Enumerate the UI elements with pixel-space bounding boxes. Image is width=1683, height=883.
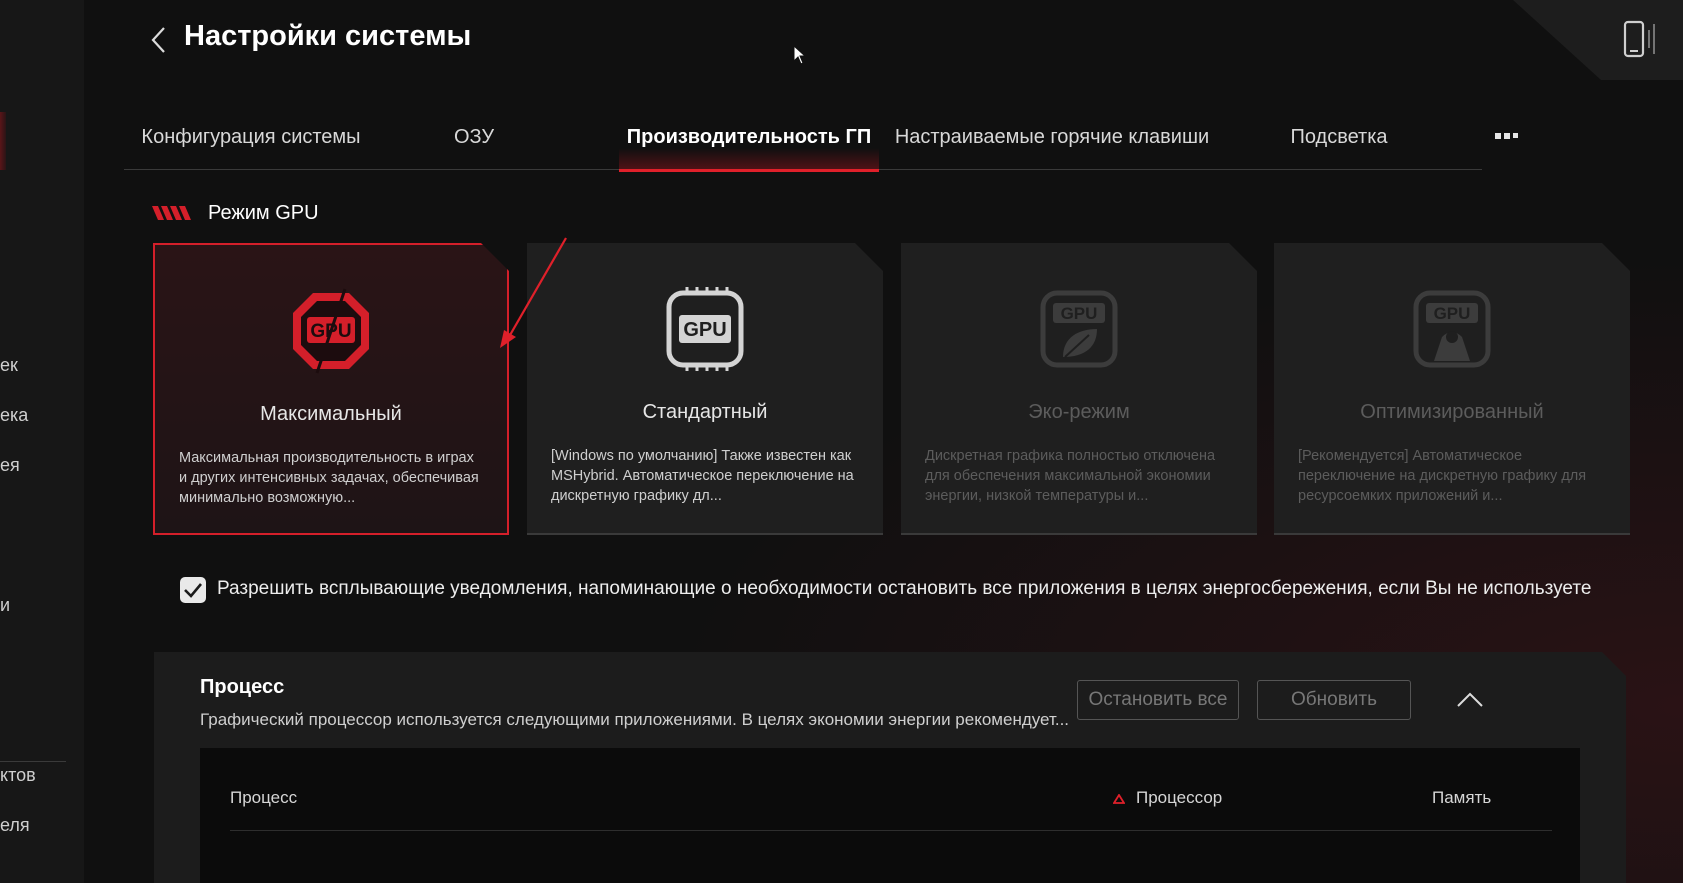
page-title: Настройки системы xyxy=(184,20,472,52)
sidebar: ек ека ея и ктов еля xyxy=(0,0,84,883)
card-description: Дискретная графика полностью отключена д… xyxy=(925,448,1216,504)
section-stripes-icon xyxy=(152,206,191,220)
gpu-standard-icon: GPU xyxy=(661,285,749,373)
refresh-button[interactable]: Обновить xyxy=(1257,680,1411,720)
sidebar-item-3[interactable]: ея xyxy=(0,455,20,476)
sort-ascending-icon[interactable] xyxy=(1113,794,1125,804)
process-panel-description: Графический процессор используется следу… xyxy=(200,710,1070,729)
gpu-ultimate-icon: GPU xyxy=(287,287,375,375)
sidebar-divider xyxy=(0,761,66,762)
gpu-optimized-icon: GPU xyxy=(1408,285,1496,373)
process-panel: Процесс Графический процессор использует… xyxy=(154,652,1626,883)
gpu-mode-title: Режим GPU xyxy=(208,202,319,224)
gpu-eco-icon: GPU xyxy=(1035,285,1123,373)
tab-system-config[interactable]: Конфигурация системы xyxy=(124,118,378,170)
sidebar-item-6[interactable]: еля xyxy=(0,815,30,836)
card-title: Максимальный xyxy=(260,403,402,425)
back-button[interactable] xyxy=(144,22,176,58)
svg-text:GPU: GPU xyxy=(1061,304,1098,323)
card-description: Максимальная производительность в играх … xyxy=(179,450,479,506)
card-title: Эко-режим xyxy=(1028,401,1130,423)
device-mode-toggle[interactable] xyxy=(1621,20,1661,60)
power-notification-checkbox[interactable] xyxy=(180,577,206,603)
power-notification-label: Разрешить всплывающие уведомления, напом… xyxy=(217,578,1592,599)
column-header-cpu[interactable]: Процессор xyxy=(1136,788,1222,808)
process-table: Процесс Процессор Память xyxy=(200,748,1580,883)
chevron-left-icon xyxy=(151,27,165,53)
gpu-mode-card-maximum[interactable]: GPU Максимальный Максимальная производит… xyxy=(153,243,509,535)
more-tabs-button[interactable] xyxy=(1494,126,1520,146)
gpu-mode-card-eco: GPU Эко-режим Дискретная графика полност… xyxy=(901,243,1257,535)
tab-lighting[interactable]: Подсветка xyxy=(1284,118,1394,170)
card-description: [Рекомендуется] Автоматическое переключе… xyxy=(1298,448,1587,504)
mouse-cursor-icon xyxy=(793,45,807,65)
tab-ram[interactable]: ОЗУ xyxy=(434,118,514,170)
chevron-up-icon xyxy=(1454,684,1486,716)
tab-hotkeys[interactable]: Настраиваемые горячие клавиши xyxy=(894,118,1210,170)
gpu-mode-card-standard[interactable]: GPU Стандартный [Windows по умолчанию] Т… xyxy=(527,243,883,535)
phone-icon xyxy=(1623,20,1655,58)
svg-text:GPU: GPU xyxy=(1434,304,1471,323)
column-header-process[interactable]: Процесс xyxy=(230,788,297,808)
more-dots-icon xyxy=(1495,133,1518,139)
main-content: Настройки системы Конфигурация системы О… xyxy=(84,0,1683,883)
tab-bar: Конфигурация системы ОЗУ Производительно… xyxy=(124,118,1482,172)
sidebar-item-2[interactable]: ека xyxy=(0,405,28,426)
stop-all-button[interactable]: Остановить все xyxy=(1077,680,1239,720)
column-header-memory[interactable]: Память xyxy=(1432,788,1491,808)
card-title: Оптимизированный xyxy=(1360,401,1544,423)
tab-gpu-performance[interactable]: Производительность ГП xyxy=(619,118,879,172)
sidebar-active-indicator xyxy=(0,112,6,170)
card-description: [Windows по умолчанию] Также известен ка… xyxy=(551,448,854,504)
card-title: Стандартный xyxy=(642,401,768,423)
sidebar-item-4[interactable]: и xyxy=(0,595,10,616)
checkmark-icon xyxy=(184,583,202,598)
sidebar-item-5[interactable]: ктов xyxy=(0,765,36,786)
collapse-panel-button[interactable] xyxy=(1454,684,1486,716)
svg-text:GPU: GPU xyxy=(683,319,726,341)
table-header-divider xyxy=(230,830,1552,831)
sidebar-item-1[interactable]: ек xyxy=(0,355,18,376)
process-panel-title: Процесс xyxy=(200,676,285,698)
gpu-mode-card-optimized: GPU Оптимизированный [Рекомендуется] Авт… xyxy=(1274,243,1630,535)
